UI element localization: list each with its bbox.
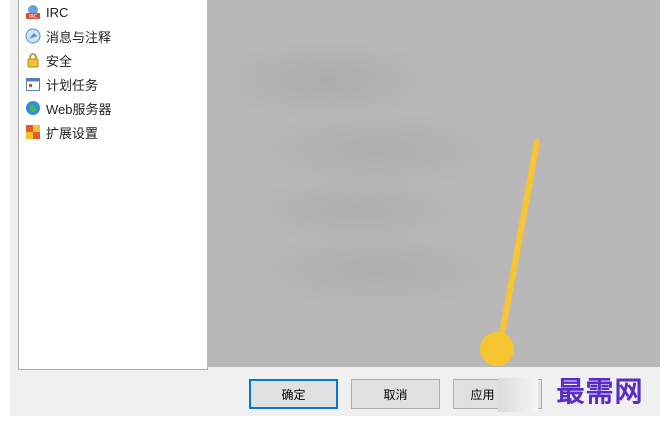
tree-item-scheduled-tasks[interactable]: 计划任务 (25, 74, 98, 94)
tree-item-label: 扩展设置 (46, 125, 99, 141)
tree-item-web-server[interactable]: Web服务器 (25, 98, 112, 118)
tree-item-irc[interactable]: IRC IRC (25, 2, 68, 22)
tree-item-messages[interactable]: 消息与注释 (25, 26, 111, 46)
obscured-area (498, 378, 538, 412)
tree-item-extension-settings[interactable]: 扩展设置 (25, 122, 98, 142)
settings-tree[interactable]: IRC IRC 消息与注释 安全 计划任务 Web服务器 扩展设置 (18, 0, 208, 370)
settings-window: IRC IRC 消息与注释 安全 计划任务 Web服务器 扩展设置 确定 取消 … (10, 0, 660, 416)
irc-icon: IRC (25, 4, 41, 20)
apply-button-label: 应用 (470, 387, 495, 402)
settings-content-panel (207, 0, 660, 367)
ok-button[interactable]: 确定 (249, 379, 338, 409)
tree-item-label: IRC (46, 4, 69, 20)
tree-item-label: 安全 (46, 53, 73, 69)
lock-icon (25, 52, 41, 68)
tree-item-label: 计划任务 (46, 77, 99, 93)
svg-text:IRC: IRC (29, 14, 38, 20)
cancel-button[interactable]: 取消 (351, 379, 440, 409)
tree-item-security[interactable]: 安全 (25, 50, 72, 70)
globe-icon (25, 100, 41, 116)
tree-item-label: Web服务器 (46, 101, 112, 117)
calendar-icon (25, 76, 41, 92)
puzzle-icon (25, 124, 41, 140)
tree-item-label: 消息与注释 (46, 29, 112, 45)
watermark: 最需网 (556, 375, 644, 408)
message-icon (25, 28, 41, 44)
